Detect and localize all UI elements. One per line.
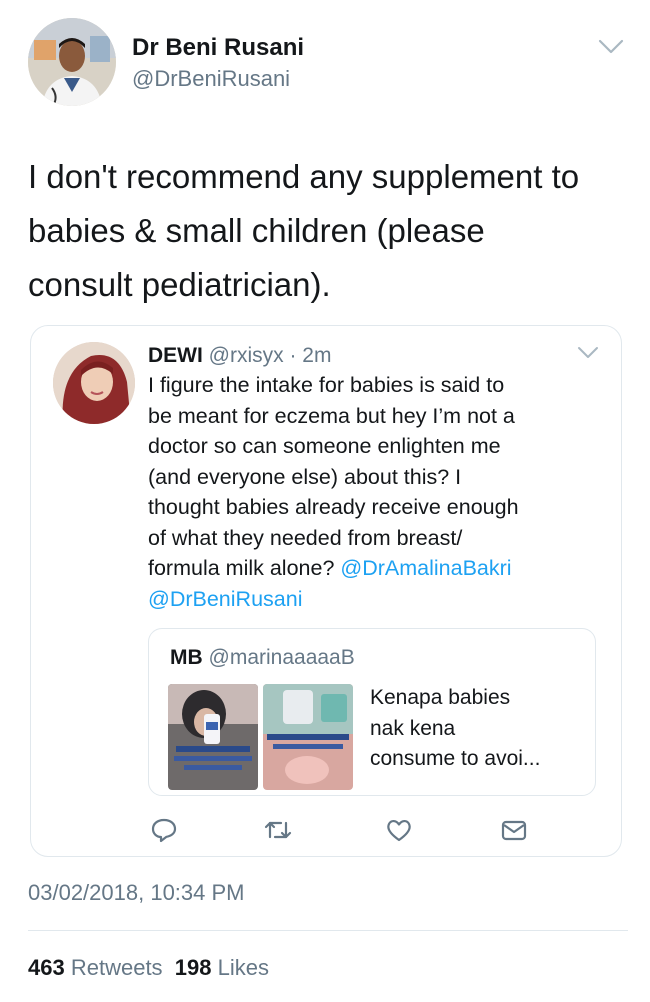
quoted-text-line: doctor so can someone enlighten me bbox=[148, 434, 501, 458]
quoted-text-line: be meant for eczema but hey I’m not a bbox=[148, 403, 515, 428]
retweets-label: Retweets bbox=[70, 955, 163, 980]
chevron-down-icon[interactable] bbox=[577, 346, 599, 365]
heart-icon[interactable] bbox=[385, 816, 413, 844]
quoted-text-line: thought babies already receive enough bbox=[148, 495, 519, 519]
quoted-text-line: (and everyone else) about this? I bbox=[148, 464, 462, 489]
author-name[interactable]: Dr Beni Rusani bbox=[132, 34, 304, 62]
quoted-author-name[interactable]: DEWI bbox=[148, 344, 203, 367]
nested-author-name[interactable]: MB bbox=[170, 646, 203, 669]
quoted-text-fragment: formula milk alone? bbox=[148, 556, 341, 580]
tweet-timestamp[interactable]: 03/02/2018, 10:34 PM bbox=[28, 880, 245, 906]
retweets-count: 463 bbox=[28, 955, 65, 980]
engagement-stats: 463 Retweets 198 Likes bbox=[28, 955, 269, 981]
mention-link[interactable]: @DrBeniRusani bbox=[148, 587, 302, 611]
tweet-text-line: I don't recommend any supplement to bbox=[28, 158, 580, 195]
retweets-stat[interactable]: 463 Retweets bbox=[28, 955, 163, 980]
nested-quote-text: Kenapa babies nak kena consume to avoi..… bbox=[370, 683, 590, 775]
likes-count: 198 bbox=[174, 955, 212, 980]
quoted-author-avatar[interactable] bbox=[53, 342, 135, 424]
nested-text-line: consume to avoi... bbox=[370, 747, 541, 770]
nested-quote-header: MB @marinaaaaaB bbox=[170, 646, 355, 670]
quoted-text-line: formula milk alone? @DrAmalinaBakri bbox=[148, 553, 600, 584]
reply-icon[interactable] bbox=[150, 816, 178, 844]
nested-text-line: Kenapa babies bbox=[370, 686, 511, 709]
tweet-text-line: consult pediatrician). bbox=[28, 266, 331, 303]
quoted-text-line: I figure the intake for babies is said t… bbox=[148, 373, 505, 397]
envelope-icon[interactable] bbox=[500, 816, 528, 844]
chevron-down-icon[interactable] bbox=[598, 38, 624, 61]
likes-stat[interactable]: 198 Likes bbox=[175, 955, 269, 980]
tweet-text-line: babies & small children (please bbox=[28, 212, 485, 249]
author-handle[interactable]: @DrBeniRusani bbox=[132, 66, 290, 92]
tweet-text: I don't recommend any supplement to babi… bbox=[28, 150, 628, 312]
media-thumbnail[interactable] bbox=[168, 684, 258, 790]
nested-author-handle[interactable]: @marinaaaaaB bbox=[209, 646, 355, 669]
quoted-tweet-text: I figure the intake for babies is said t… bbox=[148, 370, 600, 614]
likes-label: Likes bbox=[217, 955, 269, 980]
quoted-text-line: @DrBeniRusani bbox=[148, 584, 600, 615]
quoted-author-meta[interactable]: @rxisyx · 2m bbox=[209, 344, 332, 367]
retweet-icon[interactable] bbox=[263, 816, 292, 844]
quoted-tweet-header: DEWI @rxisyx · 2m bbox=[148, 344, 331, 368]
media-thumbnail[interactable] bbox=[263, 684, 353, 790]
author-avatar[interactable] bbox=[28, 18, 116, 106]
mention-link[interactable]: @DrAmalinaBakri bbox=[340, 556, 511, 580]
nested-text-line: nak kena bbox=[370, 716, 456, 740]
quoted-text-line: of what they needed from breast/ bbox=[148, 525, 463, 550]
divider bbox=[28, 930, 628, 931]
